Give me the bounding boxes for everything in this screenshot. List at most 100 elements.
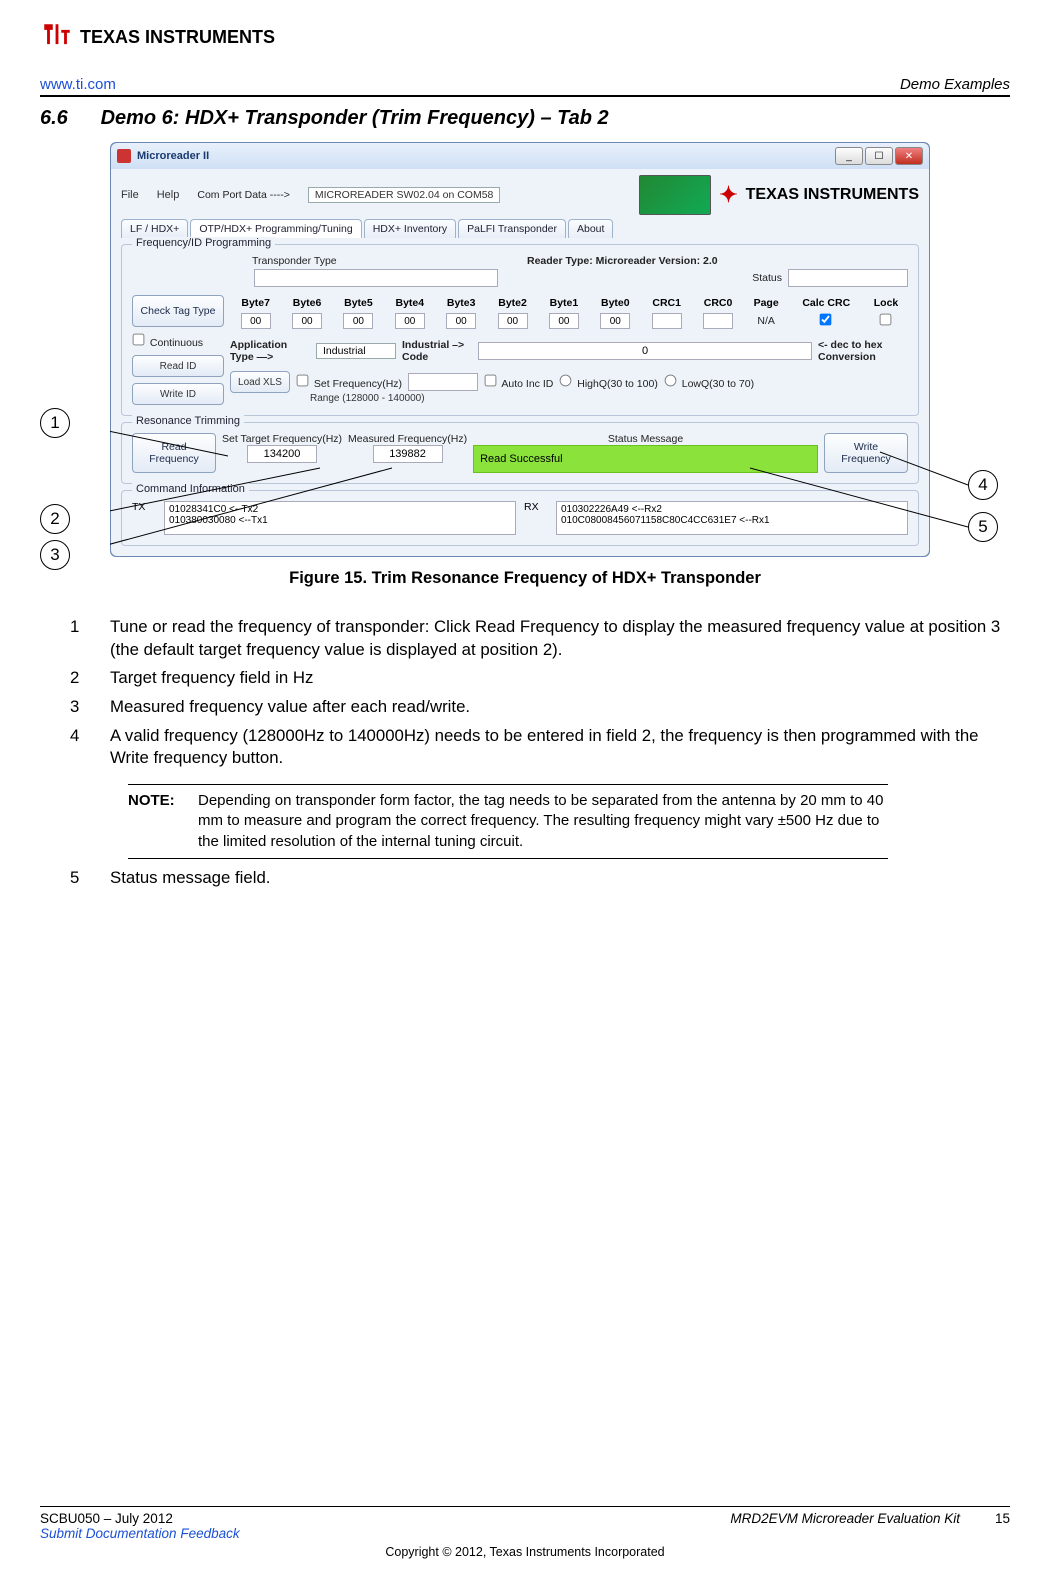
- crc0-input[interactable]: [703, 313, 733, 329]
- footer-doc-title: MRD2EVM Microreader Evaluation Kit: [730, 1511, 960, 1526]
- menu-help[interactable]: Help: [157, 189, 180, 201]
- submit-feedback-link[interactable]: Submit Documentation Feedback: [40, 1526, 240, 1541]
- footer-doc-id: SCBU050 – July 2012: [40, 1511, 173, 1526]
- ti-logo: TEXAS INSTRUMENTS: [40, 20, 1010, 54]
- read-id-button[interactable]: Read ID: [132, 355, 224, 377]
- header-url[interactable]: www.ti.com: [40, 76, 116, 93]
- step-list: 1Tune or read the frequency of transpond…: [70, 616, 1010, 770]
- window-titlebar: Microreader II _ ☐ ✕: [111, 143, 929, 169]
- section-title: Demo 6: HDX+ Transponder (Trim Frequency…: [101, 107, 609, 129]
- figure-15: Microreader II _ ☐ ✕ File Help Com Port …: [110, 142, 980, 557]
- callout-5: 5: [968, 512, 998, 542]
- note-text: Depending on transponder form factor, th…: [198, 791, 888, 852]
- read-frequency-button[interactable]: Read Frequency: [132, 433, 216, 473]
- industrial-code-label: Industrial –> Code: [402, 339, 472, 363]
- write-id-button[interactable]: Write ID: [132, 383, 224, 405]
- app-icon: [117, 149, 131, 163]
- brand-text: TEXAS INSTRUMENTS: [746, 187, 919, 203]
- app-type-label: Application Type —>: [230, 339, 310, 363]
- auto-inc-wrap[interactable]: Auto Inc ID: [484, 374, 553, 390]
- byte7-input[interactable]: [241, 313, 271, 329]
- set-freq-check-wrap[interactable]: Set Frequency(Hz): [296, 374, 402, 390]
- tab-lf-hdx[interactable]: LF / HDX+: [121, 219, 188, 238]
- measured-field: 139882: [373, 445, 443, 463]
- continuous-checkbox[interactable]: [133, 334, 145, 346]
- byte4-input[interactable]: [395, 313, 425, 329]
- footer-page-number: 15: [980, 1511, 1010, 1526]
- byte-value-row: N/A: [230, 311, 908, 331]
- measured-label: Measured Frequency(Hz): [348, 433, 467, 445]
- app-window: Microreader II _ ☐ ✕ File Help Com Port …: [110, 142, 930, 557]
- auto-inc-checkbox[interactable]: [485, 375, 497, 387]
- lowq-label: LowQ(30 to 70): [682, 378, 754, 390]
- set-frequency-checkbox[interactable]: [297, 375, 309, 387]
- brand-box: ✦ TEXAS INSTRUMENTS: [639, 175, 919, 215]
- window-close-button[interactable]: ✕: [895, 147, 923, 165]
- ti-logo-text: TEXAS INSTRUMENTS: [80, 27, 275, 48]
- app-type-combo[interactable]: Industrial: [316, 343, 396, 359]
- resonance-group: Resonance Trimming Read Frequency Set Ta…: [121, 422, 919, 484]
- menu-file[interactable]: File: [121, 189, 139, 201]
- tab-hdx-inventory[interactable]: HDX+ Inventory: [364, 219, 456, 238]
- status-message-label: Status Message: [473, 433, 818, 445]
- reader-info: Reader Type: Microreader Version: 2.0: [527, 255, 718, 267]
- set-target-field[interactable]: 134200: [247, 445, 317, 463]
- ti-mark-icon: ✦: [719, 182, 737, 208]
- byte6-input[interactable]: [292, 313, 322, 329]
- tab-about[interactable]: About: [568, 219, 613, 238]
- crc1-input[interactable]: [652, 313, 682, 329]
- figure-caption: Figure 15. Trim Resonance Frequency of H…: [40, 569, 1010, 588]
- tabstrip: LF / HDX+ OTP/HDX+ Programming/Tuning HD…: [121, 219, 919, 238]
- auto-inc-label: Auto Inc ID: [501, 378, 553, 390]
- dec-hex-label: <- dec to hex Conversion: [818, 339, 908, 363]
- byte1-input[interactable]: [549, 313, 579, 329]
- byte0-input[interactable]: [600, 313, 630, 329]
- note-block: NOTE: Depending on transponder form fact…: [128, 784, 888, 859]
- note-label: NOTE:: [128, 791, 198, 852]
- byte2-input[interactable]: [498, 313, 528, 329]
- status-label: Status: [752, 272, 782, 284]
- transponder-type-label: Transponder Type: [252, 255, 337, 267]
- chip-image: [639, 175, 711, 215]
- freq-id-group: Frequency/ID Programming Transponder Typ…: [121, 244, 919, 416]
- window-title: Microreader II: [137, 150, 209, 162]
- highq-radio[interactable]: [560, 375, 572, 387]
- tab-palfi[interactable]: PaLFI Transponder: [458, 219, 566, 238]
- set-freq-range: Range (128000 - 140000): [310, 393, 908, 404]
- write-frequency-button[interactable]: Write Frequency: [824, 433, 908, 473]
- byte3-input[interactable]: [446, 313, 476, 329]
- lowq-wrap[interactable]: LowQ(30 to 70): [664, 374, 754, 390]
- list-item: 3Measured frequency value after each rea…: [70, 696, 1010, 719]
- check-tag-type-button[interactable]: Check Tag Type: [132, 295, 224, 327]
- step-list-2: 5Status message field.: [70, 867, 1010, 890]
- list-item: 2Target frequency field in Hz: [70, 667, 1010, 690]
- com-port-value[interactable]: MICROREADER SW02.04 on COM58: [308, 187, 501, 203]
- footer-copyright: Copyright © 2012, Texas Instruments Inco…: [40, 1545, 1010, 1559]
- highq-wrap[interactable]: HighQ(30 to 100): [559, 374, 657, 390]
- window-maximize-button[interactable]: ☐: [865, 147, 893, 165]
- set-frequency-label: Set Frequency(Hz): [314, 378, 402, 390]
- continuous-label: Continuous: [150, 337, 203, 349]
- industrial-code-field[interactable]: 0: [478, 342, 812, 360]
- tx-label: TX: [132, 501, 156, 513]
- load-xls-button[interactable]: Load XLS: [230, 371, 290, 393]
- set-frequency-field[interactable]: [408, 373, 478, 391]
- section-heading: 6.6 Demo 6: HDX+ Transponder (Trim Frequ…: [40, 107, 1010, 130]
- highq-label: HighQ(30 to 100): [577, 378, 658, 390]
- status-message-field: Read Successful: [473, 445, 818, 473]
- page-footer: SCBU050 – July 2012 Submit Documentation…: [40, 1506, 1010, 1559]
- lowq-radio[interactable]: [664, 375, 676, 387]
- status-field: [788, 269, 908, 287]
- freq-group-title: Frequency/ID Programming: [132, 237, 275, 249]
- section-number: 6.6: [40, 107, 95, 130]
- lock-checkbox[interactable]: [879, 314, 891, 326]
- transponder-type-field[interactable]: [254, 269, 498, 287]
- rx-box: 010302226A49 <--Rx2 010C08008456071158C8…: [556, 501, 908, 535]
- byte5-input[interactable]: [343, 313, 373, 329]
- set-target-label: Set Target Frequency(Hz): [222, 433, 342, 445]
- tx-box: 01028341C0 <--Tx2 010380030080 <--Tx1: [164, 501, 516, 535]
- tab-otp-programming[interactable]: OTP/HDX+ Programming/Tuning: [190, 219, 361, 238]
- continuous-checkbox-wrap[interactable]: Continuous: [132, 333, 224, 349]
- calc-crc-checkbox[interactable]: [819, 314, 831, 326]
- window-minimize-button[interactable]: _: [835, 147, 863, 165]
